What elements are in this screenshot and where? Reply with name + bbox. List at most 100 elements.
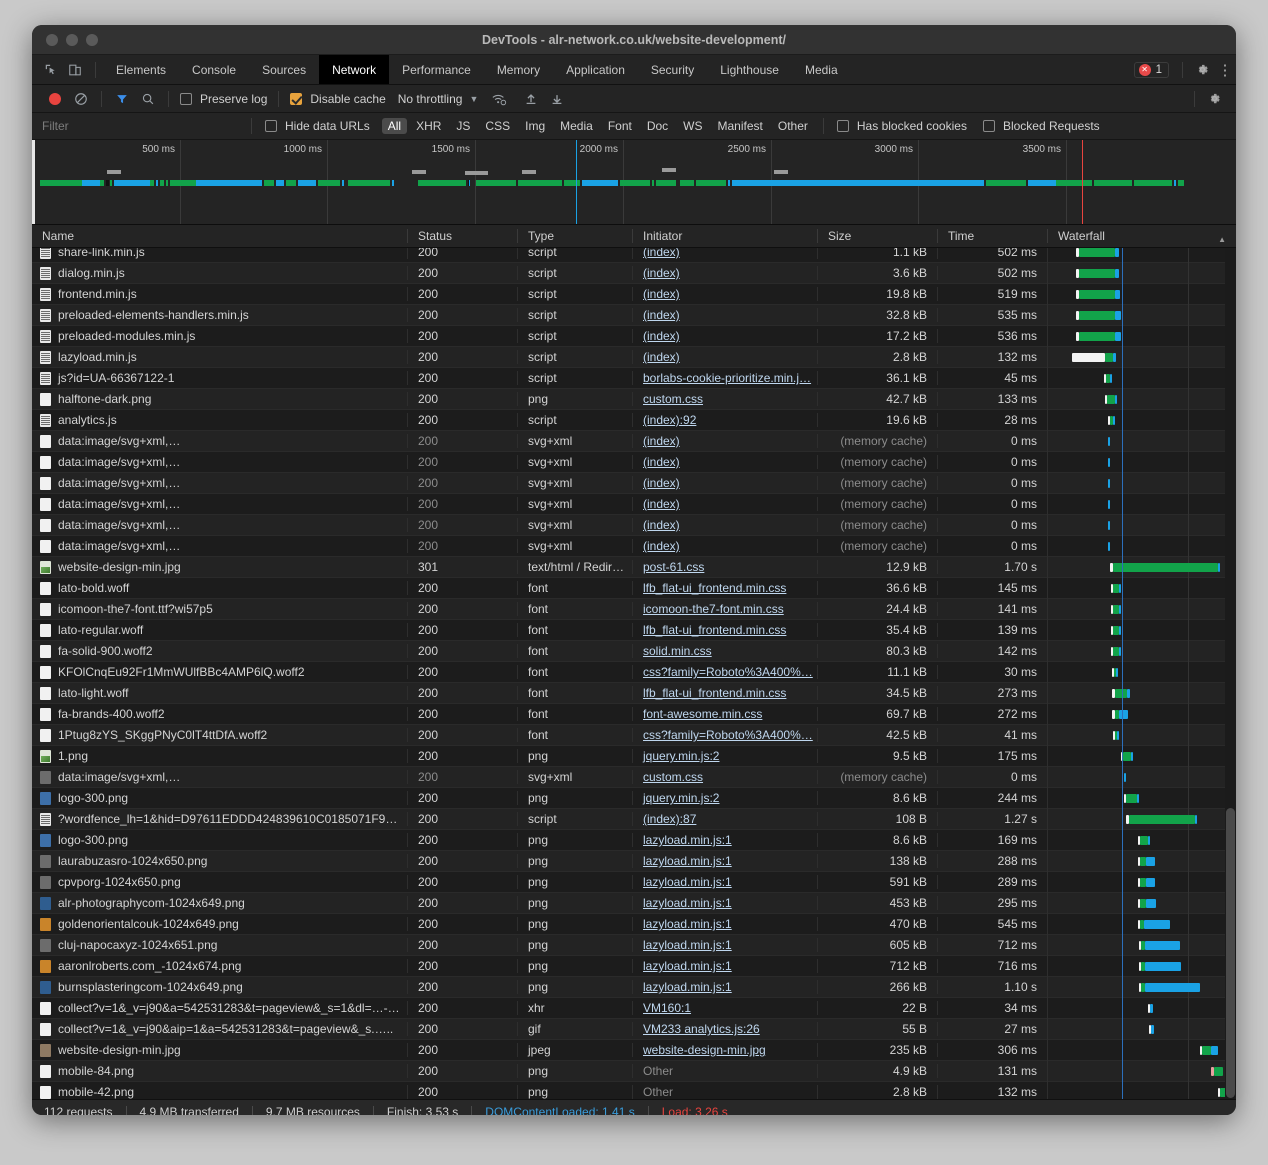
table-row[interactable]: logo-300.png 200 png lazyload.min.js:1 8.6 k… [32, 829, 1236, 851]
table-row[interactable]: data:image/svg+xml,… 200 svg+xml (index) (me… [32, 535, 1236, 557]
preserve-log-checkbox[interactable]: Preserve log [180, 92, 267, 106]
tab-memory[interactable]: Memory [484, 55, 553, 84]
scrollbar-thumb[interactable] [1226, 808, 1235, 1098]
cell-waterfall[interactable] [1047, 304, 1236, 326]
filter-input[interactable]: Filter [32, 119, 242, 133]
tab-elements[interactable]: Elements [103, 55, 179, 84]
table-row[interactable]: data:image/svg+xml,… 200 svg+xml custom.css… [32, 766, 1236, 788]
table-row[interactable]: data:image/svg+xml,… 200 svg+xml (index) (me… [32, 430, 1236, 452]
cell-waterfall[interactable] [1047, 388, 1236, 410]
filter-icon[interactable] [109, 88, 135, 110]
initiator-link[interactable]: (index) [643, 287, 680, 301]
cell-initiator[interactable]: css?family=Roboto%3A400%… [632, 728, 817, 742]
filter-type-ws[interactable]: WS [677, 118, 708, 134]
cell-name[interactable]: goldenorientalcouk-1024x649.png [32, 917, 407, 931]
cell-name[interactable]: data:image/svg+xml,… [32, 539, 407, 553]
table-row[interactable]: lazyload.min.js 200 script (index) 2.8 kB 132… [32, 346, 1236, 368]
table-scrollbar[interactable] [1225, 248, 1236, 1099]
disable-cache-box[interactable] [290, 92, 303, 105]
cell-waterfall[interactable] [1047, 997, 1236, 1019]
cell-name[interactable]: cpvporg-1024x650.png [32, 875, 407, 889]
initiator-link[interactable]: lazyload.min.js:1 [643, 980, 732, 994]
table-row[interactable]: lato-regular.woff 200 font lfb_flat-ui_fron… [32, 619, 1236, 641]
initiator-link[interactable]: icomoon-the7-font.min.css [643, 602, 784, 616]
cell-initiator[interactable]: (index) [632, 350, 817, 364]
cell-waterfall[interactable] [1047, 955, 1236, 977]
table-row[interactable]: data:image/svg+xml,… 200 svg+xml (index) (me… [32, 514, 1236, 536]
table-row[interactable]: collect?v=1&_v=j90&aip=1&a=542531283&t=p… [32, 1018, 1236, 1040]
initiator-link[interactable]: lazyload.min.js:1 [643, 875, 732, 889]
column-header-size[interactable]: Size [817, 229, 937, 243]
clear-icon[interactable] [68, 88, 94, 110]
cell-name[interactable]: data:image/svg+xml,… [32, 770, 407, 784]
initiator-link[interactable]: lazyload.min.js:1 [643, 854, 732, 868]
table-row[interactable]: frontend.min.js 200 script (index) 19.8 kB 51… [32, 283, 1236, 305]
table-row[interactable]: share-link.min.js 200 script (index) 1.1 kB 5… [32, 248, 1236, 263]
table-row[interactable]: analytics.js 200 script (index):92 19.6 kB 28… [32, 409, 1236, 431]
table-row[interactable]: mobile-84.png 200 png Other 4.9 kB 131 ms [32, 1060, 1236, 1082]
cell-initiator[interactable]: (index) [632, 287, 817, 301]
initiator-link[interactable]: lazyload.min.js:1 [643, 938, 732, 952]
tab-console[interactable]: Console [179, 55, 249, 84]
cell-initiator[interactable]: lfb_flat-ui_frontend.min.css [632, 686, 817, 700]
device-toolbar-icon[interactable] [64, 60, 86, 80]
table-row[interactable]: KFOlCnqEu92Fr1MmWUlfBBc4AMP6lQ.woff2 200 f… [32, 661, 1236, 683]
table-row[interactable]: 1Ptug8zYS_SKggPNyC0lT4ttDfA.woff2 200 font… [32, 724, 1236, 746]
initiator-link[interactable]: lfb_flat-ui_frontend.min.css [643, 581, 786, 595]
cell-name[interactable]: data:image/svg+xml,… [32, 476, 407, 490]
initiator-link[interactable]: (index):92 [643, 413, 696, 427]
cell-name[interactable]: collect?v=1&_v=j90&a=542531283&t=pagevie… [32, 1001, 407, 1015]
cell-waterfall[interactable] [1047, 409, 1236, 431]
table-row[interactable]: website-design-min.jpg 301 text/html / Red… [32, 556, 1236, 578]
cell-name[interactable]: aaronlroberts.com_-1024x674.png [32, 959, 407, 973]
hide-data-urls-box[interactable] [265, 120, 277, 132]
cell-initiator[interactable]: lazyload.min.js:1 [632, 875, 817, 889]
table-row[interactable]: data:image/svg+xml,… 200 svg+xml (index) (me… [32, 451, 1236, 473]
column-header-name[interactable]: Name [32, 229, 407, 243]
cell-name[interactable]: icomoon-the7-font.ttf?wi57p5 [32, 602, 407, 616]
filter-type-img[interactable]: Img [519, 118, 551, 134]
cell-waterfall[interactable] [1047, 892, 1236, 914]
cell-waterfall[interactable] [1047, 913, 1236, 935]
cell-initiator[interactable]: (index) [632, 476, 817, 490]
cell-name[interactable]: logo-300.png [32, 833, 407, 847]
sort-ascending-icon[interactable]: ▲ [1218, 235, 1226, 244]
initiator-link[interactable]: lazyload.min.js:1 [643, 896, 732, 910]
has-blocked-cookies-box[interactable] [836, 120, 849, 132]
cell-waterfall[interactable] [1047, 850, 1236, 872]
cell-waterfall[interactable] [1047, 724, 1236, 746]
table-row[interactable]: preloaded-modules.min.js 200 script (index)… [32, 325, 1236, 347]
column-header-time[interactable]: Time [937, 229, 1047, 243]
error-count-badge[interactable]: ✕ 1 [1133, 61, 1169, 78]
table-row[interactable]: 1.png 200 png jquery.min.js:2 9.5 kB 175 ms [32, 745, 1236, 767]
cell-initiator[interactable]: jquery.min.js:2 [632, 749, 817, 763]
tab-security[interactable]: Security [638, 55, 707, 84]
filter-type-media[interactable]: Media [554, 118, 599, 134]
table-row[interactable]: lato-bold.woff 200 font lfb_flat-ui_fronten… [32, 577, 1236, 599]
blocked-requests-checkbox[interactable]: Blocked Requests [982, 119, 1100, 133]
cell-name[interactable]: lato-regular.woff [32, 623, 407, 637]
initiator-link[interactable]: (index) [643, 434, 680, 448]
cell-initiator[interactable]: jquery.min.js:2 [632, 791, 817, 805]
initiator-link[interactable]: (index) [643, 248, 680, 259]
initiator-link[interactable]: post-61.css [643, 560, 704, 574]
cell-name[interactable]: laurabuzasro-1024x650.png [32, 854, 407, 868]
cell-name[interactable]: cluj-napocaxyz-1024x651.png [32, 938, 407, 952]
table-row[interactable]: dialog.min.js 200 script (index) 3.6 kB 502 m… [32, 262, 1236, 284]
network-overview-timeline[interactable]: 500 ms 1000 ms 1500 ms 2000 ms 2500 ms 3000 m… [32, 140, 1236, 225]
cell-initiator[interactable]: custom.css [632, 770, 817, 784]
cell-initiator[interactable]: lazyload.min.js:1 [632, 854, 817, 868]
table-row[interactable]: data:image/svg+xml,… 200 svg+xml (index) (me… [32, 493, 1236, 515]
cell-name[interactable]: mobile-84.png [32, 1064, 407, 1078]
initiator-link[interactable]: (index) [643, 308, 680, 322]
column-header-status[interactable]: Status [407, 229, 517, 243]
kebab-menu-icon[interactable]: ⋮ [1214, 59, 1236, 81]
initiator-link[interactable]: borlabs-cookie-prioritize.min.j… [643, 371, 811, 385]
disable-cache-checkbox[interactable]: Disable cache [290, 92, 386, 106]
filter-type-other[interactable]: Other [772, 118, 814, 134]
cell-waterfall[interactable] [1047, 493, 1236, 515]
table-row[interactable]: halftone-dark.png 200 png custom.css 42.7 kB… [32, 388, 1236, 410]
column-header-waterfall[interactable]: Waterfall ▲ [1047, 229, 1236, 244]
export-har-icon[interactable] [544, 88, 570, 110]
cell-waterfall[interactable] [1047, 934, 1236, 956]
